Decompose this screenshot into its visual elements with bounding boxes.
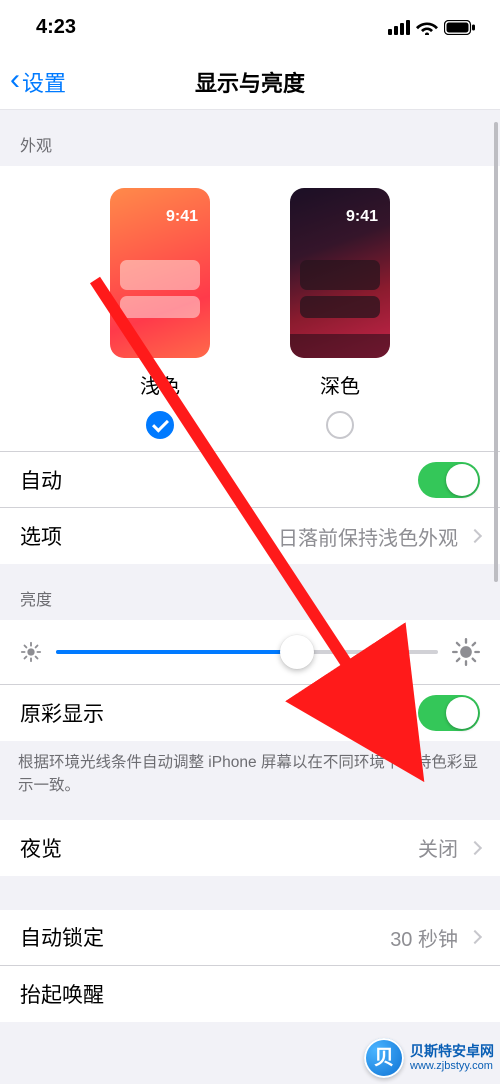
dark-label: 深色: [320, 370, 360, 399]
appearance-dark-option[interactable]: 9:41 深色: [290, 188, 390, 439]
status-time: 4:23: [36, 16, 76, 39]
page-title: 显示与亮度: [0, 66, 500, 98]
appearance-light-option[interactable]: 9:41 浅色: [110, 188, 210, 439]
autolock-value: 30 秒钟: [390, 923, 458, 952]
automatic-toggle[interactable]: [418, 462, 480, 498]
nav-bar: ‹ 设置 显示与亮度: [0, 54, 500, 110]
appearance-settings-group: 自动 选项 日落前保持浅色外观: [0, 452, 500, 564]
preview-clock: 9:41: [166, 208, 198, 226]
watermark-name: 贝斯特安卓网: [410, 1043, 494, 1060]
appearance-group: 9:41 浅色 9:41 深色: [0, 166, 500, 452]
status-indicators: [388, 19, 476, 35]
truetone-footer: 根据环境光线条件自动调整 iPhone 屏幕以在不同环境下保持色彩显示一致。: [0, 741, 500, 820]
chevron-right-icon: [468, 529, 482, 543]
truetone-label: 原彩显示: [20, 698, 418, 728]
raise-to-wake-row[interactable]: 抬起唤醒: [0, 966, 500, 1022]
brightness-slider[interactable]: [56, 650, 438, 654]
sun-large-icon: [452, 638, 480, 666]
options-value: 日落前保持浅色外观: [278, 522, 458, 551]
night-shift-label: 夜览: [20, 833, 418, 863]
autolock-row[interactable]: 自动锁定 30 秒钟: [0, 910, 500, 966]
radio-unselected-icon: [326, 411, 354, 439]
sun-small-icon: [20, 641, 42, 663]
truetone-toggle[interactable]: [418, 695, 480, 731]
scrollbar[interactable]: [494, 122, 498, 582]
watermark-url: www.zjbstyy.com: [410, 1060, 493, 1073]
options-row[interactable]: 选项 日落前保持浅色外观: [0, 508, 500, 564]
truetone-row[interactable]: 原彩显示: [0, 685, 500, 741]
section-header-brightness: 亮度: [0, 564, 500, 620]
light-preview: 9:41: [110, 188, 210, 358]
night-shift-group: 夜览 关闭: [0, 820, 500, 876]
wifi-icon: [416, 19, 438, 35]
night-shift-row[interactable]: 夜览 关闭: [0, 820, 500, 876]
automatic-row[interactable]: 自动: [0, 452, 500, 508]
radio-selected-icon: [146, 411, 174, 439]
autolock-label: 自动锁定: [20, 922, 390, 952]
preview-clock: 9:41: [346, 208, 378, 226]
section-header-appearance: 外观: [0, 110, 500, 166]
dark-preview: 9:41: [290, 188, 390, 358]
battery-icon: [444, 20, 476, 35]
slider-thumb[interactable]: [280, 635, 314, 669]
brightness-group: 原彩显示: [0, 620, 500, 741]
status-bar: 4:23: [0, 0, 500, 54]
automatic-label: 自动: [20, 465, 418, 495]
light-label: 浅色: [140, 370, 180, 399]
watermark-logo-icon: [364, 1038, 404, 1078]
chevron-right-icon: [468, 840, 482, 854]
night-shift-value: 关闭: [418, 833, 458, 862]
raise-label: 抬起唤醒: [20, 979, 480, 1009]
options-label: 选项: [20, 521, 278, 551]
watermark: 贝斯特安卓网 www.zjbstyy.com: [364, 1038, 494, 1078]
autolock-group: 自动锁定 30 秒钟 抬起唤醒: [0, 910, 500, 1022]
cellular-icon: [388, 20, 410, 35]
brightness-slider-row: [0, 620, 500, 685]
chevron-right-icon: [468, 930, 482, 944]
